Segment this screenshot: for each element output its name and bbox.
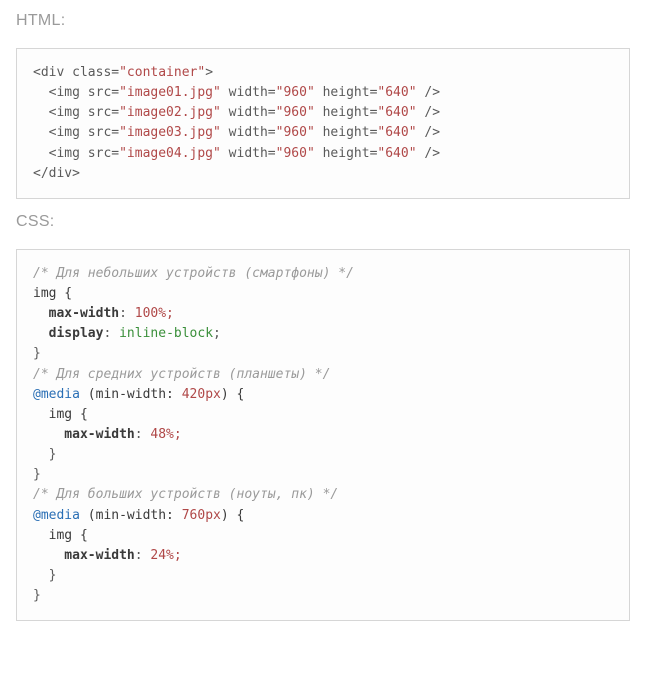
code-line: img {: [33, 528, 88, 543]
code-line: @media (min-width: 420px) {: [33, 387, 244, 402]
code-line: display: inline-block;: [33, 326, 221, 341]
code-line: <div class="container">: [33, 65, 213, 80]
code-line: }: [33, 346, 41, 361]
code-line: }: [33, 447, 56, 462]
css-label: CSS:: [16, 213, 630, 231]
html-label: HTML:: [16, 12, 630, 30]
code-line: img {: [33, 407, 88, 422]
code-line: }: [33, 588, 41, 603]
code-line: @media (min-width: 760px) {: [33, 508, 244, 523]
code-line: }: [33, 568, 56, 583]
code-line: </div>: [33, 166, 80, 181]
code-line: <img src="image03.jpg" width="960" heigh…: [33, 125, 440, 140]
code-comment: /* Для больших устройств (ноуты, пк) */: [33, 487, 338, 502]
code-line: }: [33, 467, 41, 482]
code-line: max-width: 24%;: [33, 548, 182, 563]
code-line: <img src="image02.jpg" width="960" heigh…: [33, 105, 440, 120]
css-code-block: /* Для небольших устройств (смартфоны) *…: [16, 249, 630, 621]
code-line: max-width: 48%;: [33, 427, 182, 442]
code-line: <img src="image01.jpg" width="960" heigh…: [33, 85, 440, 100]
code-comment: /* Для средних устройств (планшеты) */: [33, 367, 330, 382]
code-line: max-width: 100%;: [33, 306, 174, 321]
code-line: <img src="image04.jpg" width="960" heigh…: [33, 146, 440, 161]
page: HTML: <div class="container"> <img src="…: [0, 0, 646, 659]
html-code-block: <div class="container"> <img src="image0…: [16, 48, 630, 199]
code-line: img {: [33, 286, 72, 301]
code-comment: /* Для небольших устройств (смартфоны) *…: [33, 266, 354, 281]
